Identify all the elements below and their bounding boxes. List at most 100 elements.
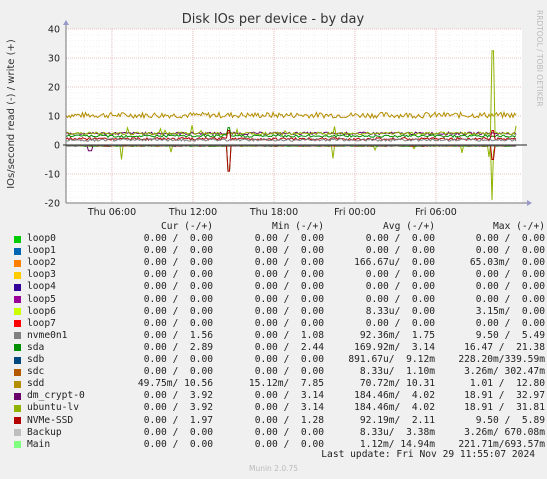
series-name: loop0 [27,233,56,245]
series-name: loop2 [27,257,56,269]
value-cur: 0.00 / 0.00 [143,269,213,281]
value-max: 9.50 / 5.89 [475,414,545,426]
series-name: sda [27,341,45,353]
series-name: Main [27,438,51,450]
value-avg: 0.00 / 0.00 [365,281,435,293]
legend-swatch [14,404,21,412]
value-avg: 0.00 / 0.00 [365,317,435,329]
value-max: 1.01 / 12.80 [469,378,545,390]
value-cur: 0.00 / 0.00 [143,233,213,245]
col-avg: Avg (-/+) [383,221,435,232]
legend-row: loop1 0.00 / 0.00 0.00 / 0.00 0.00 / 0.00 0.… [12,245,545,257]
value-avg: 0.00 / 0.00 [365,293,435,305]
legend-row: nvme0n1 0.00 / 1.56 0.00 / 1.08 92.36m/ 1.7… [12,329,545,342]
value-max: 0.00 / 0.00 [475,281,545,293]
value-min: 0.00 / 0.00 [254,305,324,317]
value-avg: 92.19m/ 2.11 [359,414,435,426]
value-min: 0.00 / 0.00 [254,426,324,438]
legend-swatch [14,344,21,352]
legend-row: loop5 0.00 / 0.00 0.00 / 0.00 0.00 / 0.00 0.… [12,293,545,306]
x-tick-label: Fri 00:00 [334,207,376,218]
value-min: 0.00 / 0.00 [254,245,324,257]
value-cur: 0.00 / 1.56 [143,329,213,341]
value-cur: 0.00 / 2.89 [143,341,213,353]
legend-swatch [14,308,21,316]
series-name: Backup [27,426,62,438]
legend-swatch [14,247,21,255]
series-name: nvme0n1 [27,329,68,341]
value-min: 0.00 / 3.14 [254,402,324,414]
x-tick-labels: Thu 06:00 Thu 12:00 Thu 18:00 Fri 00:00 Fri … [87,207,457,218]
x-tick-label: Thu 18:00 [249,207,298,218]
value-cur: 0.00 / 0.00 [143,305,213,317]
legend-row: Backup 0.00 / 0.00 0.00 / 0.00 8.33u/ 3.38m… [12,426,545,439]
y-tick-label: 10 [48,112,60,123]
legend-rows: loop0 0.00 / 0.00 0.00 / 0.00 0.00 / 0.00 0.… [12,233,545,451]
legend-row: dm_crypt-0 0.00 / 3.92 0.00 / 3.14 184.46m/… [12,390,545,402]
value-avg: 8.33u/ 0.00 [365,305,435,317]
value-cur: 0.00 / 0.00 [143,354,213,366]
series-name: ubuntu-lv [27,402,79,414]
value-max: 0.00 / 0.00 [475,317,545,329]
series-name: loop1 [27,245,56,257]
last-update: Last update: Fri Nov 29 11:55:07 2024 [321,449,535,460]
value-cur: 0.00 / 3.92 [143,402,213,414]
y-tick-label: 20 [48,83,60,94]
series-name: loop6 [27,305,56,317]
legend-swatch [14,296,21,304]
value-cur: 0.00 / 0.00 [143,438,213,450]
value-max: 228.20m/339.59m [458,354,545,366]
col-max: Max (-/+) [493,221,545,232]
value-cur: 0.00 / 1.97 [143,414,213,426]
value-cur: 0.00 / 0.00 [143,245,213,257]
value-avg: 8.33u/ 3.38m [359,426,435,438]
value-cur: 0.00 / 0.00 [143,366,213,378]
series-name: loop4 [27,281,56,293]
legend-swatch [14,271,21,279]
value-max: 0.00 / 0.00 [475,233,545,245]
x-tick-label: Thu 06:00 [87,207,136,218]
value-max: 3.26m/ 670.08m [464,426,545,438]
value-max: 16.47 / 21.38 [464,341,545,353]
y-tick-label: -20 [44,199,60,210]
rrdtool-credit: RRDTOOL / TOBI OETIKER [535,10,544,107]
series-name: loop5 [27,293,56,305]
y-tick-labels: -20 -10 0 10 20 30 40 [44,25,60,210]
value-min: 0.00 / 3.14 [254,390,324,402]
value-avg: 891.67u/ 9.12m [348,354,435,366]
y-axis-label: IOs/second read (-) / write (+) [6,39,17,189]
value-cur: 49.75m/ 10.56 [137,378,213,390]
legend-swatch [14,441,21,449]
y-tick-label: 0 [54,141,60,152]
value-cur: 0.00 / 0.00 [143,281,213,293]
value-cur: 0.00 / 3.92 [143,390,213,402]
legend-row: loop7 0.00 / 0.00 0.00 / 0.00 0.00 / 0.00 0.… [12,317,545,330]
legend-swatch [14,392,21,400]
legend-row: loop4 0.00 / 0.00 0.00 / 0.00 0.00 / 0.00 0.… [12,281,545,293]
value-avg: 0.00 / 0.00 [365,269,435,281]
value-max: 3.15m/ 0.00 [475,305,545,317]
value-min: 0.00 / 0.00 [254,354,324,366]
legend-swatch [14,368,21,376]
legend-row: ubuntu-lv 0.00 / 3.92 0.00 / 3.14 184.46m/ … [12,402,545,414]
value-min: 0.00 / 1.28 [254,414,324,426]
legend-row: sdd 49.75m/ 10.56 15.12m/ 7.85 70.72m/ 10.3… [12,378,545,390]
value-cur: 0.00 / 0.00 [143,293,213,305]
value-min: 0.00 / 2.44 [254,341,324,353]
legend-swatch [14,380,21,388]
value-min: 0.00 / 0.00 [254,257,324,269]
series-name: sdb [27,354,45,366]
value-max: 9.50 / 5.49 [475,329,545,341]
value-min: 0.00 / 0.00 [254,438,324,450]
series-name: loop3 [27,269,56,281]
legend-row: loop2 0.00 / 0.00 0.00 / 0.00 166.67u/ 0.00… [12,257,545,269]
legend-row: sdb 0.00 / 0.00 0.00 / 0.00 891.67u/ 9.12m 2… [12,354,545,366]
x-tick-label: Fri 06:00 [415,207,457,218]
value-max: 0.00 / 0.00 [475,269,545,281]
x-tick-label: Thu 12:00 [168,207,217,218]
value-avg: 92.36m/ 1.75 [359,329,435,341]
value-min: 0.00 / 0.00 [254,293,324,305]
value-min: 0.00 / 0.00 [254,269,324,281]
series-name: loop7 [27,317,56,329]
value-max: 3.26m/ 302.47m [464,366,545,378]
